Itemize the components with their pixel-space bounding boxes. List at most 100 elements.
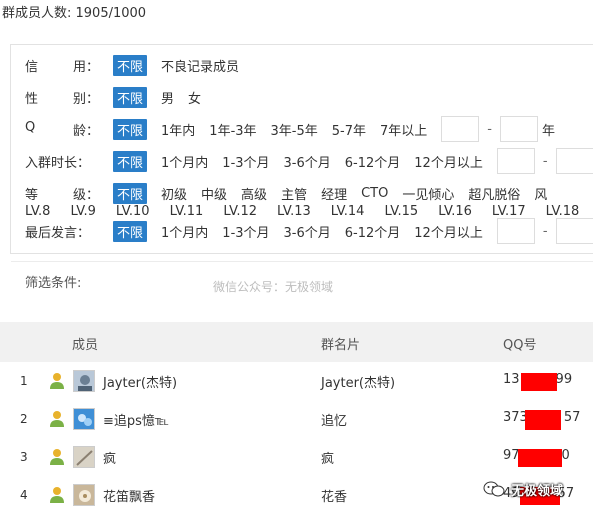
qq-redaction [521, 373, 557, 391]
member-person-icon [50, 487, 64, 503]
level-lv18[interactable]: LV.18 [546, 204, 580, 219]
wechat-icon [483, 481, 505, 497]
avatar[interactable] [73, 370, 95, 392]
col-card[interactable]: 群名片 [321, 334, 360, 353]
level-option-9[interactable]: 风 [534, 184, 547, 203]
join-option-5[interactable]: 12个月以上 [414, 152, 483, 171]
member-person-icon [50, 411, 64, 427]
level-lv9[interactable]: LV.9 [70, 204, 95, 219]
level-lv15[interactable]: LV.15 [384, 204, 418, 219]
filter-condition-label: 筛选条件: [25, 276, 82, 291]
level-lv16[interactable]: LV.16 [438, 204, 472, 219]
lastpost-min-input[interactable] [496, 218, 535, 244]
qage-option-4[interactable]: 5-7年 [332, 120, 366, 139]
col-member[interactable]: 成员 [72, 334, 98, 353]
lastpost-option-any[interactable]: 不限 [113, 220, 148, 242]
qq-redaction [518, 449, 562, 467]
level-lv17[interactable]: LV.17 [492, 204, 526, 219]
join-option-any[interactable]: 不限 [113, 150, 148, 172]
lastpost-max-input[interactable] [555, 218, 593, 244]
qage-option-1[interactable]: 1年内 [161, 120, 195, 139]
member-person-icon [50, 449, 64, 465]
qage-option-5[interactable]: 7年以上 [380, 120, 427, 139]
lastpost-option-3[interactable]: 3-6个月 [284, 222, 331, 241]
filter-divider [11, 261, 593, 262]
col-qq[interactable]: QQ号 [503, 334, 536, 353]
level-option-5[interactable]: 经理 [321, 184, 347, 203]
member-card: 疯 [321, 452, 335, 467]
row-index: 2 [20, 412, 28, 426]
member-name[interactable]: 疯 [103, 448, 116, 467]
member-table-header: 成员 群名片 QQ号 [0, 322, 593, 362]
filter-lastpost-row: 最后发言： 不限 1个月内 1-3个月 3-6个月 6-12个月 12个月以上 … [11, 218, 593, 244]
lastpost-option-5[interactable]: 12个月以上 [414, 222, 483, 241]
gender-option-any[interactable]: 不限 [113, 86, 148, 108]
row-index: 3 [20, 450, 28, 464]
level-lv10[interactable]: LV.10 [116, 204, 150, 219]
join-min-input[interactable] [496, 148, 535, 174]
join-max-input[interactable] [555, 148, 593, 174]
level-option-7[interactable]: 一见倾心 [402, 184, 454, 203]
avatar[interactable] [73, 484, 95, 506]
lastpost-range-dash: - [542, 223, 548, 239]
qage-option-2[interactable]: 1年-3年 [209, 120, 256, 139]
filter-credit-label: 信用： [25, 59, 99, 75]
level-lv12[interactable]: LV.12 [223, 204, 257, 219]
filter-join-label: 入群时长： [25, 155, 91, 171]
brand-text: 无极领域 [511, 483, 564, 499]
avatar[interactable] [73, 446, 95, 468]
filter-qage-label: Q 龄： [25, 119, 99, 139]
level-option-any[interactable]: 不限 [113, 182, 148, 204]
row-index: 1 [20, 374, 28, 388]
member-card: 花香 [321, 490, 348, 505]
member-name[interactable]: Jayter(杰特) [103, 372, 177, 391]
level-lv14[interactable]: LV.14 [331, 204, 365, 219]
level-lv11[interactable]: LV.11 [170, 204, 204, 219]
credit-option-bad-record[interactable]: 不良记录成员 [161, 56, 239, 75]
qage-range-dash: - [487, 121, 492, 137]
credit-option-any[interactable]: 不限 [113, 54, 148, 76]
join-option-3[interactable]: 3-6个月 [284, 152, 331, 171]
table-row[interactable]: 1 Jayter(杰特) Jayter(杰特) 13 99 [0, 364, 593, 402]
gender-option-female[interactable]: 女 [188, 88, 201, 107]
level-option-1[interactable]: 初级 [161, 184, 187, 203]
gender-option-male[interactable]: 男 [161, 88, 174, 107]
qq-redaction [525, 410, 561, 430]
row-index: 4 [20, 488, 28, 502]
table-row[interactable]: 2 ≡追ps憶℡ 追忆 373 57 [0, 402, 593, 440]
filter-level-label: 等级： [25, 187, 99, 203]
qage-option-any[interactable]: 不限 [113, 118, 148, 140]
qage-unit: 年 [541, 123, 555, 139]
qage-option-3[interactable]: 3年-5年 [271, 120, 318, 139]
level-option-4[interactable]: 主管 [281, 184, 307, 203]
filter-lastpost-label: 最后发言： [25, 225, 91, 241]
member-name[interactable]: ≡追ps憶℡ [103, 410, 169, 429]
lastpost-option-1[interactable]: 1个月内 [161, 222, 208, 241]
filter-level-row: 等级： 不限 初级 中级 高级 主管 经理 CTO 一见倾心 超凡脱俗 风 [11, 182, 561, 204]
avatar[interactable] [73, 408, 95, 430]
qage-min-input[interactable] [441, 116, 480, 142]
join-option-1[interactable]: 1个月内 [161, 152, 208, 171]
join-option-4[interactable]: 6-12个月 [345, 152, 401, 171]
level-option-6[interactable]: CTO [361, 186, 388, 201]
filter-panel: 信用： 不限 不良记录成员 性别： 不限 男 女 Q 龄： 不限 1年内 1年-3… [10, 44, 593, 294]
member-name[interactable]: 花笛飘香 [103, 486, 155, 505]
filter-gender-row: 性别： 不限 男 女 [11, 86, 215, 108]
member-person-icon [50, 373, 64, 389]
join-option-2[interactable]: 1-3个月 [222, 152, 269, 171]
table-row[interactable]: 3 疯 疯 97 0 [0, 440, 593, 478]
filter-qage-row: Q 龄： 不限 1年内 1年-3年 3年-5年 5-7年 7年以上 - 年 [11, 116, 555, 142]
level-option-3[interactable]: 高级 [241, 184, 267, 203]
lastpost-option-2[interactable]: 1-3个月 [222, 222, 269, 241]
lastpost-option-4[interactable]: 6-12个月 [345, 222, 401, 241]
level-option-8[interactable]: 超凡脱俗 [468, 184, 520, 203]
watermark: 微信公众号：无极领域 [213, 280, 334, 294]
qage-max-input[interactable] [499, 116, 538, 142]
level-option-2[interactable]: 中级 [201, 184, 227, 203]
level-lv8[interactable]: LV.8 [25, 204, 50, 219]
member-card: 追忆 [321, 414, 348, 429]
brand-watermark: 无极领域 [483, 476, 593, 502]
filter-join-row: 入群时长： 不限 1个月内 1-3个月 3-6个月 6-12个月 12个月以上 … [11, 148, 593, 174]
member-count: 群成员人数: 1905/1000 [2, 6, 147, 21]
level-lv13[interactable]: LV.13 [277, 204, 311, 219]
